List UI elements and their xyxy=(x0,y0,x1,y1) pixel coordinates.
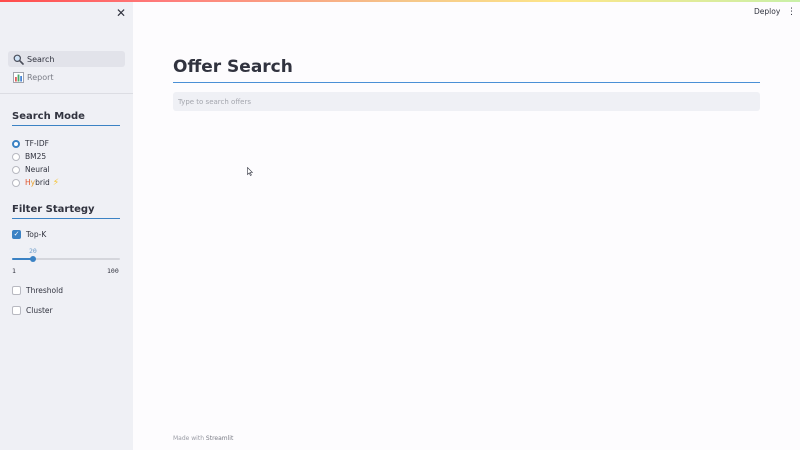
radio-label: Hybrid xyxy=(25,178,50,187)
nav-item-label: Search xyxy=(27,54,55,64)
slider-min-label: 1 xyxy=(12,267,16,275)
radio-neural[interactable]: Neural xyxy=(12,163,120,176)
checkbox-checked[interactable]: ✓ xyxy=(12,230,21,239)
checkbox[interactable] xyxy=(12,306,21,315)
radio-button-selected[interactable] xyxy=(12,139,20,148)
radio-button[interactable] xyxy=(12,152,20,161)
nav-item-search[interactable]: Search xyxy=(8,51,125,67)
top-decoration-strip xyxy=(0,0,800,2)
radio-label: Neural xyxy=(25,165,50,174)
sidebar-divider xyxy=(0,93,133,94)
radio-label-part: brid xyxy=(35,178,50,187)
radio-hybrid[interactable]: Hybrid ⚡ xyxy=(12,176,120,189)
radio-button[interactable] xyxy=(12,165,20,174)
footer-prefix: Made with xyxy=(173,435,206,442)
radio-label: TF-IDF xyxy=(25,139,49,148)
search-mode-heading: Search Mode xyxy=(12,111,120,126)
deploy-button[interactable]: Deploy xyxy=(754,7,780,16)
title-divider xyxy=(173,82,760,83)
lightning-icon: ⚡ xyxy=(52,177,60,188)
checkbox[interactable] xyxy=(12,286,21,295)
mouse-cursor-icon xyxy=(247,167,253,176)
radio-label: BM25 xyxy=(25,152,47,161)
radio-button[interactable] xyxy=(12,178,20,187)
streamlit-link[interactable]: Streamlit xyxy=(206,435,233,442)
search-input[interactable] xyxy=(173,92,760,111)
radio-tfidf[interactable]: TF-IDF xyxy=(12,137,120,150)
kebab-menu-icon[interactable]: ⋮ xyxy=(787,6,796,18)
checkbox-topk[interactable]: ✓ Top-K xyxy=(12,230,46,239)
page-title: Offer Search xyxy=(173,57,293,77)
checkbox-threshold[interactable]: Threshold xyxy=(12,286,63,295)
filter-strategy-heading: Filter Startegy xyxy=(12,204,120,219)
slider-current-value: 20 xyxy=(29,247,37,255)
nav-item-label: Report xyxy=(27,72,54,82)
slider-thumb[interactable] xyxy=(30,256,36,262)
search-mode-radio-group: TF-IDF BM25 Neural Hybrid ⚡ xyxy=(12,137,120,189)
checkbox-label: Threshold xyxy=(26,286,63,295)
checkbox-label: Cluster xyxy=(26,306,53,315)
bar-chart-icon xyxy=(13,71,24,83)
nav-item-report[interactable]: Report xyxy=(8,69,125,85)
sidebar: ✕ Search Report Search Mode TF-IDF BM25 … xyxy=(0,0,133,450)
checkbox-cluster[interactable]: Cluster xyxy=(12,306,53,315)
footer: Made with Streamlit xyxy=(173,435,233,442)
close-icon[interactable]: ✕ xyxy=(115,6,127,20)
slider-max-label: 100 xyxy=(107,267,119,275)
radio-bm25[interactable]: BM25 xyxy=(12,150,120,163)
sidebar-nav: Search Report xyxy=(8,51,125,87)
checkbox-label: Top-K xyxy=(26,230,47,239)
magnifier-icon xyxy=(13,54,24,65)
